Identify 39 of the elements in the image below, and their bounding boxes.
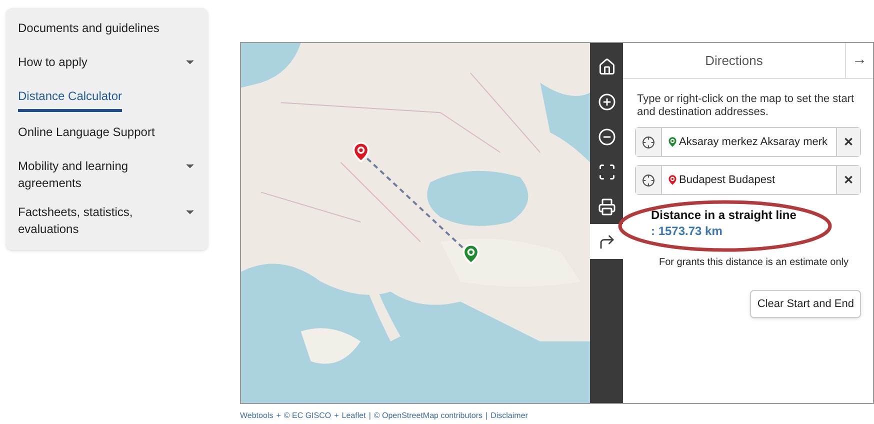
attribution-text[interactable]: Disclaimer: [490, 410, 528, 422]
attribution-text[interactable]: Webtools: [240, 410, 274, 422]
home-icon: [598, 58, 616, 76]
map-marker-icon: [350, 139, 372, 165]
attribution-text: +: [334, 410, 339, 422]
distance-value: : 1573.73 km: [651, 223, 724, 239]
attribution-text[interactable]: Leaflet: [342, 410, 366, 422]
menu-item[interactable]: Documents and guidelines: [18, 14, 196, 48]
remove-button[interactable]: ✕: [836, 166, 860, 194]
collapse-button[interactable]: →: [845, 43, 873, 78]
result-label: Distance in a straight line: [651, 207, 798, 223]
address-field[interactable]: Aksaray merkez Aksaray merk ✕: [635, 127, 861, 157]
panel-title: Directions: [704, 52, 764, 70]
attribution-text[interactable]: © OpenStreetMap contributors: [374, 410, 483, 422]
menu-item[interactable]: How to apply: [18, 48, 196, 82]
crosshair-icon: [642, 174, 655, 186]
fullscreen-icon: [598, 162, 616, 180]
menu-item[interactable]: Online Language Support: [18, 118, 196, 152]
remove-button[interactable]: ✕: [836, 128, 860, 156]
menu-item[interactable]: Factsheets, statistics, evaluations: [18, 198, 196, 244]
zoom-out-icon: [598, 128, 616, 146]
address-value: Aksaray merkez Aksaray merk: [679, 134, 829, 150]
directions-icon: [598, 232, 616, 250]
menu-item[interactable]: Distance Calculator: [18, 82, 196, 118]
instructions: Type or right-click on the map to set the start and destination addresses.: [636, 92, 856, 119]
map-marker-icon: [460, 241, 482, 267]
print-icon: [598, 198, 616, 216]
directions-button[interactable]: [590, 224, 623, 259]
clear-button[interactable]: Clear Start and End: [750, 290, 861, 318]
estimate-note: For grants this distance is an estimate only: [658, 256, 850, 270]
attribution-text[interactable]: © EC GISCO: [284, 410, 332, 422]
attribution-text: |: [368, 410, 371, 422]
address-value: Budapest Budapest: [679, 172, 776, 188]
attribution-text: |: [486, 410, 488, 422]
address-field[interactable]: Budapest Budapest ✕: [635, 165, 861, 195]
zoom-in-icon: [598, 92, 616, 110]
crosshair-icon: [642, 136, 655, 148]
attribution-text: +: [276, 410, 281, 422]
menu-item[interactable]: Mobility and learning agreements: [18, 152, 196, 198]
